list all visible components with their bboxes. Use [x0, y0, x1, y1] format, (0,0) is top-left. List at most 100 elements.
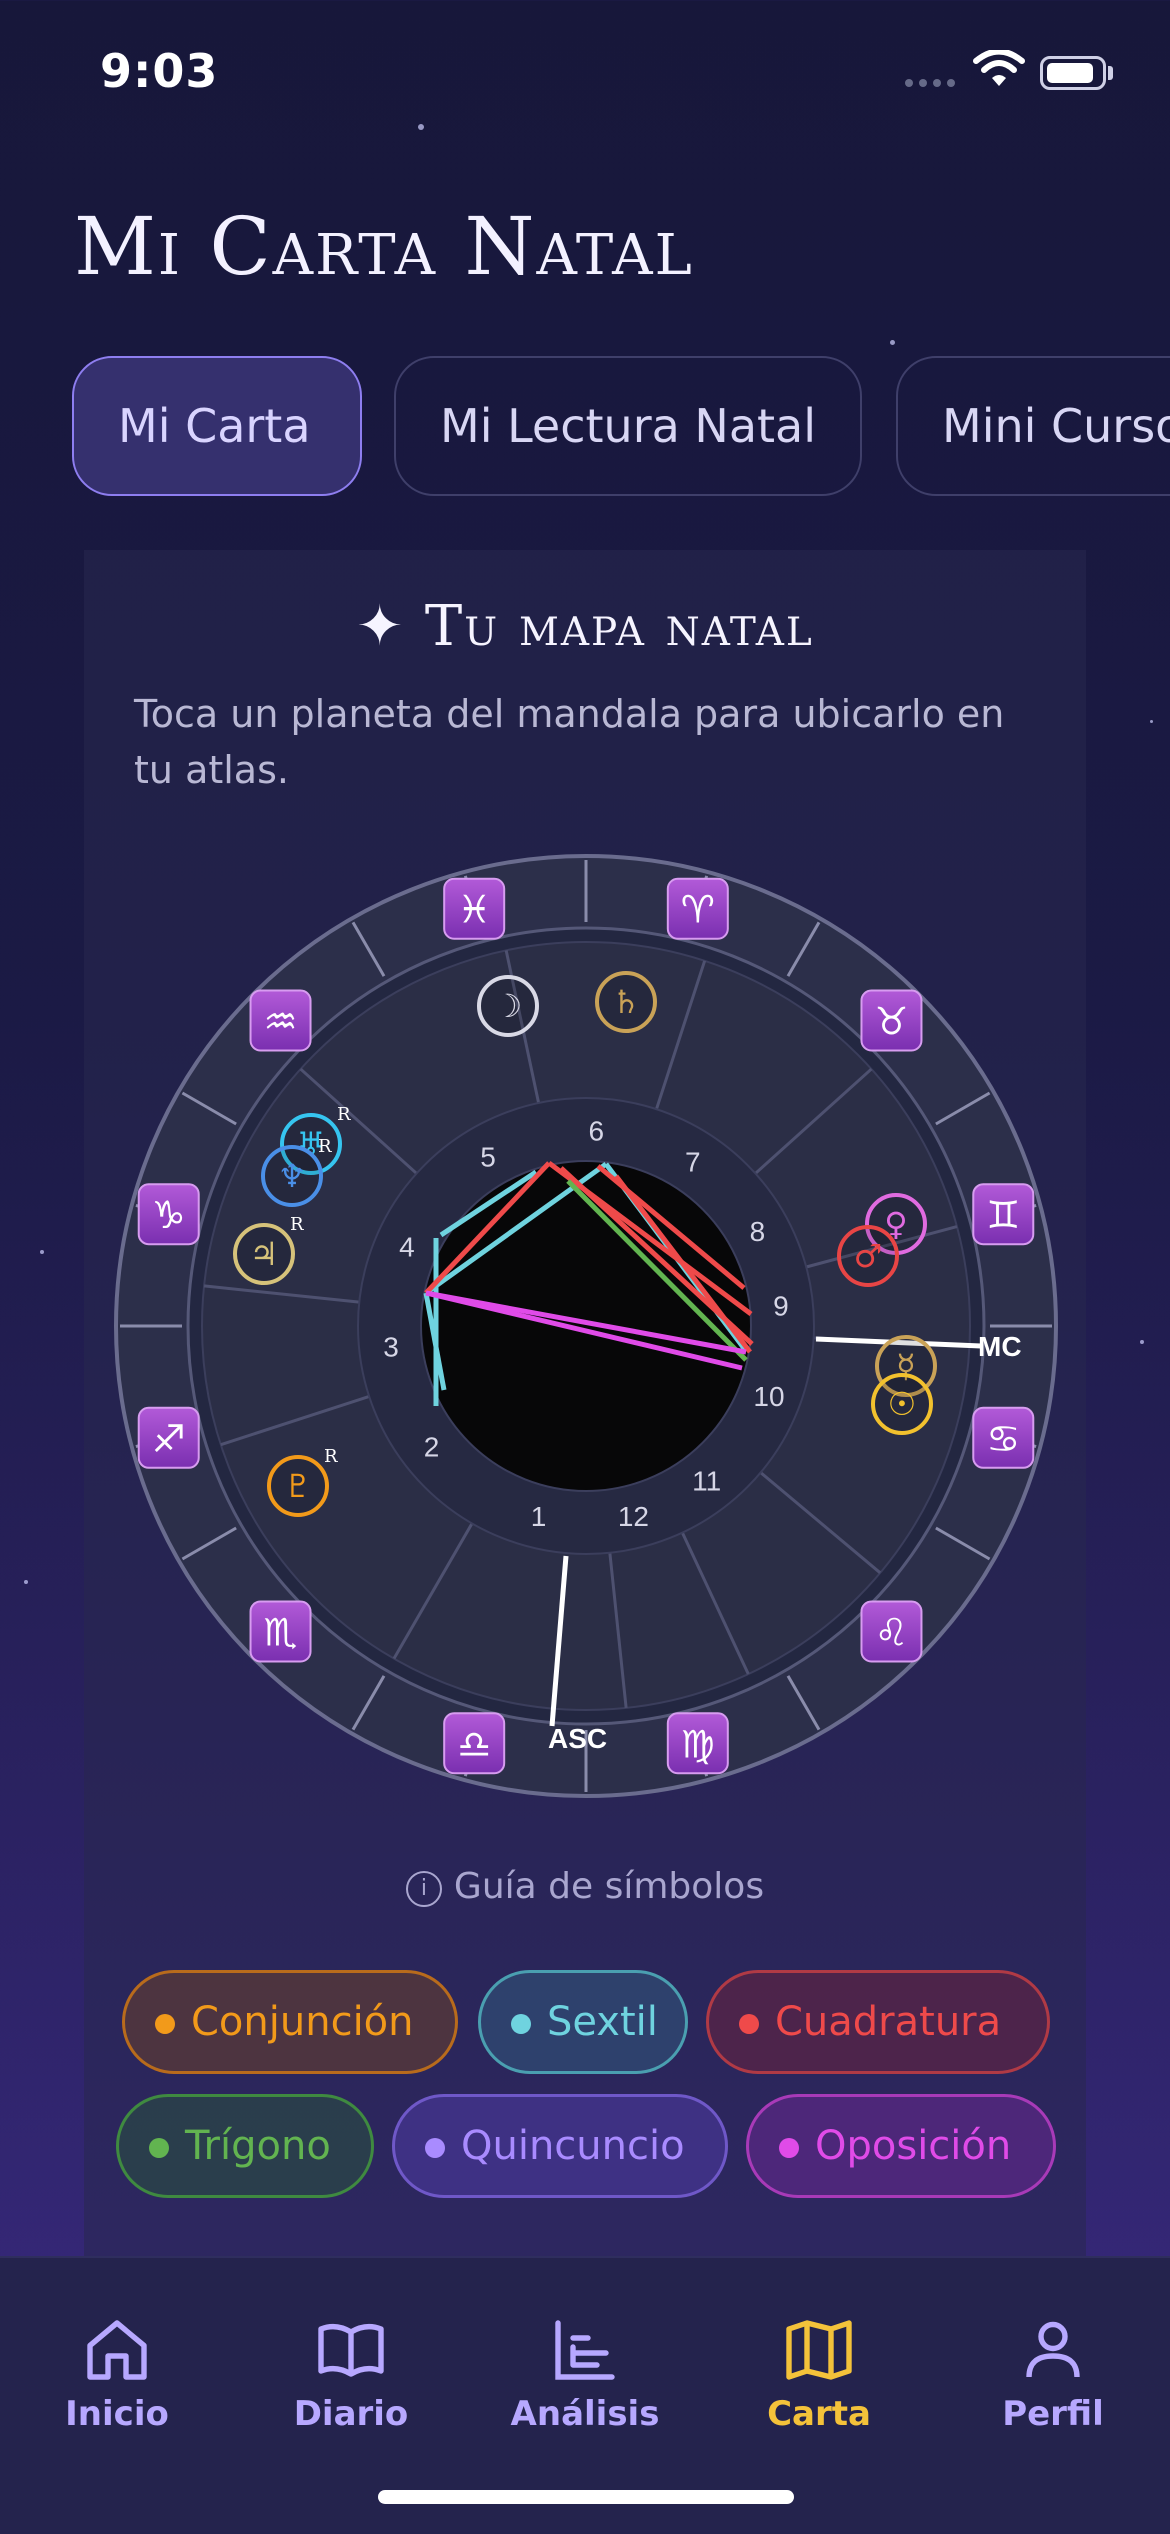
- svg-text:♇: ♇: [284, 1467, 313, 1505]
- house-number: 10: [753, 1381, 784, 1412]
- house-number: 12: [618, 1501, 649, 1532]
- nav-inicio[interactable]: Inicio: [0, 2314, 234, 2434]
- asc-label: ASC: [548, 1723, 607, 1754]
- svg-text:♉: ♉: [874, 1000, 908, 1044]
- svg-text:☉: ☉: [888, 1385, 917, 1423]
- sign-capricorn-icon[interactable]: ♑: [137, 1183, 200, 1246]
- planet-mars-icon[interactable]: ♂: [837, 1225, 899, 1287]
- aspect-pill-sextil[interactable]: Sextil: [478, 1970, 688, 2074]
- symbol-guide-link[interactable]: i Guía de símbolos: [0, 1866, 1170, 1907]
- nav-analisis[interactable]: Análisis: [468, 2314, 702, 2434]
- sign-aries-icon[interactable]: ♈: [666, 877, 729, 940]
- aspect-dot: [425, 2138, 445, 2158]
- aspect-label: Trígono: [185, 2123, 331, 2169]
- retrograde-marker: R: [290, 1214, 304, 1235]
- tab-mini-curso[interactable]: Mini Curso: [896, 356, 1170, 496]
- aspect-pill-trigono[interactable]: Trígono: [116, 2094, 374, 2198]
- house-number: 3: [383, 1331, 399, 1362]
- svg-text:♐: ♐: [152, 1417, 186, 1461]
- aspect-dot: [511, 2014, 531, 2034]
- sign-pisces-icon[interactable]: ♓: [443, 877, 506, 940]
- sign-gemini-icon[interactable]: ♊: [972, 1183, 1035, 1246]
- nav-label: Perfil: [1002, 2394, 1104, 2434]
- aspect-label: Conjunción: [191, 1999, 414, 2045]
- tab-mi-lectura-natal[interactable]: Mi Lectura Natal: [394, 356, 862, 496]
- aspect-dot: [149, 2138, 169, 2158]
- house-number: 11: [692, 1465, 721, 1496]
- tab-bar: Mi Carta Mi Lectura Natal Mini Curso: [72, 356, 1170, 502]
- signal-icon: [905, 72, 961, 87]
- user-icon: [1026, 2321, 1080, 2378]
- sign-scorpio-icon[interactable]: ♏: [249, 1600, 312, 1663]
- nav-label: Carta: [767, 2394, 871, 2434]
- background-star: [1150, 720, 1153, 723]
- background-star: [1140, 1340, 1144, 1344]
- retrograde-marker: R: [337, 1104, 351, 1125]
- aspect-pill-conjuncion[interactable]: Conjunción: [122, 1970, 458, 2074]
- svg-text:♄: ♄: [612, 983, 641, 1021]
- aspect-dot: [739, 2014, 759, 2034]
- nav-carta[interactable]: Carta: [702, 2314, 936, 2434]
- natal-chart-wheel[interactable]: ASC MC 123456789101112 ♈♉♊♋♌♍♎♏♐♑♒♓ ☽ ♄♅R…: [106, 846, 1066, 1806]
- card-title: ✦ Tu mapa natal: [356, 594, 814, 659]
- status-time: 9:03: [100, 44, 219, 98]
- sign-libra-icon[interactable]: ♎: [443, 1712, 506, 1775]
- symbol-guide-label: Guía de símbolos: [453, 1866, 765, 1907]
- retrograde-marker: R: [324, 1446, 338, 1467]
- nav-label: Diario: [293, 2394, 409, 2434]
- svg-text:♂: ♂: [854, 1237, 883, 1275]
- chart-icon: [555, 2320, 615, 2380]
- house-number: 1: [531, 1501, 547, 1532]
- nav-diario[interactable]: Diario: [234, 2314, 468, 2434]
- svg-text:♓: ♓: [457, 888, 491, 932]
- svg-text:♍: ♍: [681, 1722, 715, 1766]
- sign-aquarius-icon[interactable]: ♒: [249, 989, 312, 1052]
- aspect-label: Cuadratura: [775, 1999, 1002, 2045]
- retrograde-marker: R: [318, 1136, 332, 1157]
- sign-sagittarius-icon[interactable]: ♐: [137, 1406, 200, 1469]
- aspect-dot: [779, 2138, 799, 2158]
- aspect-dot: [155, 2014, 175, 2034]
- house-number: 5: [480, 1141, 496, 1172]
- background-star: [24, 1580, 28, 1584]
- svg-text:♋: ♋: [986, 1417, 1020, 1461]
- sign-taurus-icon[interactable]: ♉: [860, 989, 923, 1052]
- aspect-label: Quincuncio: [461, 2123, 685, 2169]
- sign-cancer-icon[interactable]: ♋: [972, 1406, 1035, 1469]
- sign-leo-icon[interactable]: ♌: [860, 1600, 923, 1663]
- battery-icon: [1040, 56, 1106, 90]
- house-number: 6: [588, 1115, 604, 1146]
- aspect-label: Oposición: [815, 2123, 1012, 2169]
- tab-mi-carta[interactable]: Mi Carta: [72, 356, 362, 496]
- house-number: 9: [773, 1291, 789, 1322]
- nav-label: Inicio: [65, 2394, 169, 2434]
- aspect-pill-cuadratura[interactable]: Cuadratura: [706, 1970, 1050, 2074]
- planet-sun-icon[interactable]: ☉: [871, 1373, 933, 1435]
- book-icon: [318, 2323, 384, 2377]
- aspect-label: Sextil: [547, 1999, 658, 2045]
- planet-saturn-icon[interactable]: ♄: [595, 971, 657, 1033]
- svg-text:♏: ♏: [263, 1610, 297, 1654]
- background-star: [890, 340, 895, 345]
- sign-virgo-icon[interactable]: ♍: [666, 1712, 729, 1775]
- home-indicator: [378, 2490, 794, 2504]
- svg-text:♆: ♆: [278, 1157, 307, 1195]
- aspect-pill-quincuncio[interactable]: Quincuncio: [392, 2094, 728, 2198]
- planet-moon-icon[interactable]: ☽: [477, 975, 539, 1037]
- home-icon: [87, 2320, 147, 2380]
- page-title: Mi Carta Natal: [74, 200, 694, 293]
- status-bar: 9:03: [0, 0, 1170, 150]
- background-star: [40, 1250, 44, 1254]
- battery-tip: [1108, 66, 1113, 80]
- svg-text:♊: ♊: [986, 1193, 1020, 1237]
- nav-perfil[interactable]: Perfil: [936, 2314, 1170, 2434]
- aspect-pill-oposicion[interactable]: Oposición: [746, 2094, 1056, 2198]
- svg-text:♌: ♌: [874, 1610, 908, 1654]
- house-number: 7: [685, 1147, 701, 1178]
- svg-text:♃: ♃: [250, 1235, 279, 1273]
- house-number: 2: [424, 1432, 440, 1463]
- mc-label: MC: [978, 1331, 1022, 1362]
- svg-text:♑: ♑: [152, 1193, 186, 1237]
- map-icon: [786, 2320, 852, 2380]
- house-number: 8: [750, 1216, 766, 1247]
